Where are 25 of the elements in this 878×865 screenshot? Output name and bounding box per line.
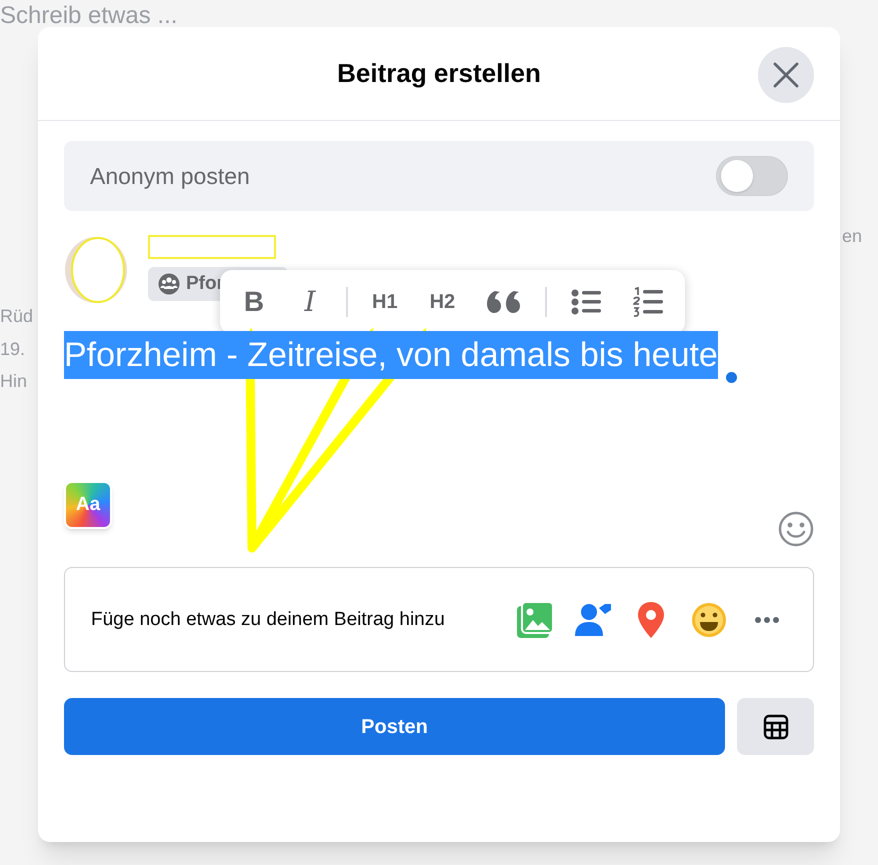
schedule-button[interactable] <box>737 698 814 755</box>
text-style-button[interactable]: Aa <box>64 481 112 529</box>
calendar-icon <box>762 714 788 740</box>
numbered-list-icon <box>633 287 664 317</box>
bullet-list-icon <box>571 289 602 315</box>
heading-button[interactable]: H2 <box>422 280 464 324</box>
group-icon <box>158 273 180 295</box>
heading-button[interactable]: H1 <box>364 280 406 324</box>
add-to-post-label: Füge noch etwas zu deinem Beitrag hinzu <box>91 608 446 632</box>
post-button[interactable]: Posten <box>64 698 725 755</box>
avatar <box>64 235 128 305</box>
background-text: Schreib etwas ... <box>0 1 178 31</box>
background-text: Rüd <box>0 305 34 328</box>
dialog-title: Beitrag erstellen <box>337 57 541 90</box>
post-text: Pforzheim - Zeitreise, von damals bis heute <box>64 331 718 379</box>
quote-icon <box>487 291 522 313</box>
close-icon <box>773 62 799 88</box>
emoji-icon[interactable] <box>778 511 814 547</box>
italic-button[interactable]: I <box>290 280 330 324</box>
background-text: Hin <box>0 370 28 393</box>
anonymous-label: Anonym posten <box>90 162 250 191</box>
background-text: en <box>842 225 862 248</box>
selection-handle <box>726 372 737 383</box>
background-text: 19. <box>0 338 26 361</box>
anonymous-toggle[interactable] <box>716 156 788 196</box>
